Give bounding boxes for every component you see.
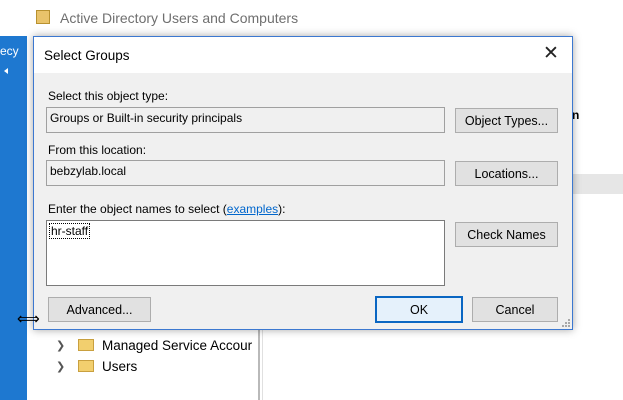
locations-button[interactable]: Locations... <box>455 161 558 186</box>
examples-link[interactable]: examples <box>227 202 278 216</box>
selected-list-row[interactable] <box>572 174 623 194</box>
names-label-text: Enter the object names to select ( <box>48 202 227 216</box>
tree-item-label: Managed Service Accour <box>102 337 253 353</box>
pane-divider-shadow <box>262 330 263 400</box>
chevron-right-icon[interactable]: ❯ <box>56 360 70 373</box>
background-right-panel: n <box>572 40 623 400</box>
select-groups-dialog: Select Groups ✕ Select this object type:… <box>33 36 573 330</box>
dialog-titlebar[interactable]: Select Groups ✕ <box>34 37 572 73</box>
object-type-field: Groups or Built-in security principals <box>46 107 445 133</box>
names-label-end: ): <box>278 202 286 216</box>
object-names-text: hr-staff <box>49 223 91 239</box>
chevron-right-icon[interactable]: ❯ <box>56 339 70 352</box>
tree-item-label: Users <box>102 358 138 374</box>
location-label: From this location: <box>48 143 147 157</box>
folder-icon <box>78 360 94 372</box>
object-types-button[interactable]: Object Types... <box>455 108 558 133</box>
right-panel-text: n <box>572 108 580 122</box>
close-icon[interactable]: ✕ <box>540 43 562 65</box>
location-field: bebzylab.local <box>46 160 445 186</box>
background-left-strip: ecy <box>0 36 27 400</box>
object-type-label: Select this object type: <box>48 89 169 103</box>
names-label: Enter the object names to select (exampl… <box>48 202 285 216</box>
resize-grip-icon[interactable] <box>560 317 570 327</box>
folder-icon <box>78 339 94 351</box>
dialog-title: Select Groups <box>44 48 130 63</box>
object-names-input[interactable]: hr-staff <box>46 220 445 286</box>
advanced-button[interactable]: Advanced... <box>48 297 151 322</box>
pane-divider[interactable] <box>258 330 260 400</box>
ad-users-computers-icon <box>36 10 50 24</box>
left-strip-text: ecy <box>0 44 19 58</box>
cancel-button[interactable]: Cancel <box>472 297 558 322</box>
check-names-button[interactable]: Check Names <box>455 222 558 247</box>
tree-item-managed-service-accounts[interactable]: ❯ Managed Service Accour <box>56 335 252 355</box>
resize-cursor-icon: ⟺ <box>17 311 40 328</box>
background-window-title: Active Directory Users and Computers <box>60 10 299 26</box>
collapse-arrow-icon[interactable] <box>4 68 8 74</box>
ok-button[interactable]: OK <box>375 296 463 323</box>
tree-item-users[interactable]: ❯ Users <box>56 356 137 376</box>
